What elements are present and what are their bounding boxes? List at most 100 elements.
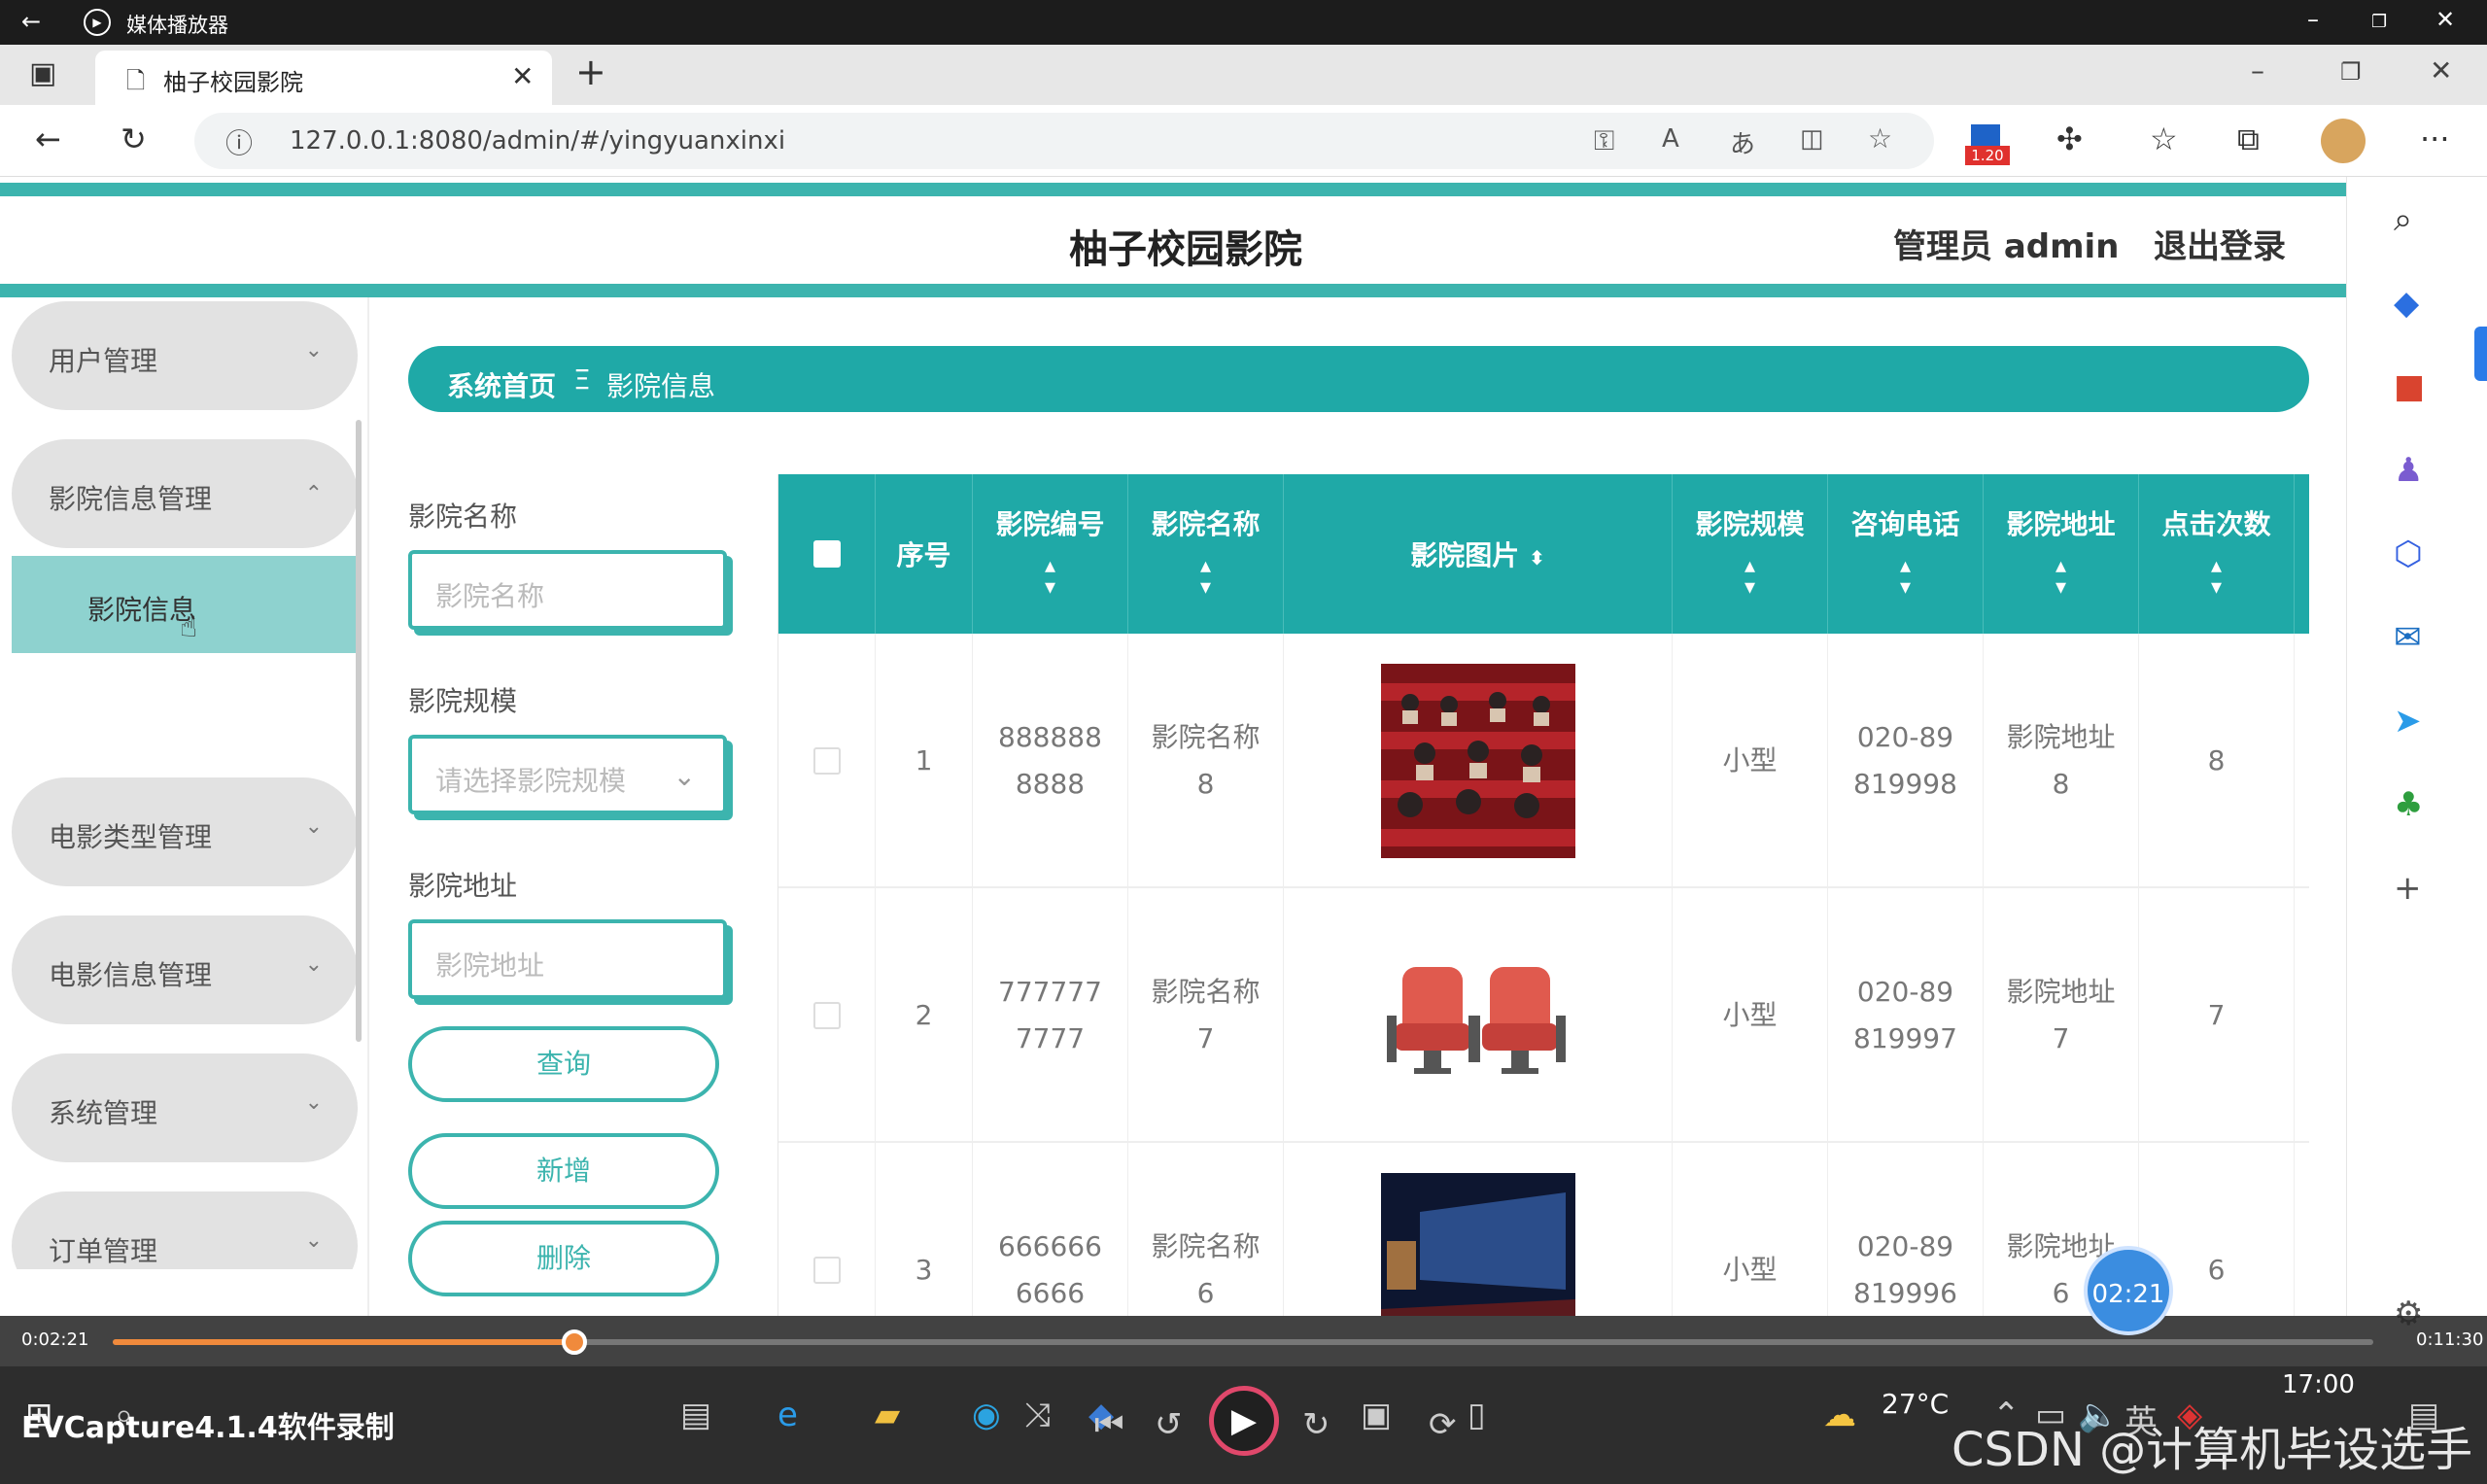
row-checkbox[interactable] bbox=[812, 1257, 841, 1284]
task-view-icon[interactable]: ▤ bbox=[680, 1396, 711, 1434]
sort-icon[interactable]: ▴ ▾ bbox=[1828, 556, 1983, 599]
profile-avatar[interactable] bbox=[2321, 119, 2366, 163]
cell-clicks: 7 bbox=[2139, 888, 2295, 1143]
back-arrow-icon[interactable]: ← bbox=[21, 8, 41, 35]
sidebar-item-order-management[interactable]: 订单管理 ⌄ bbox=[12, 1191, 358, 1269]
minimize-icon[interactable]: – bbox=[2307, 6, 2319, 33]
outlook-icon[interactable]: ✉ bbox=[2394, 618, 2422, 657]
browser-minimize-icon[interactable]: – bbox=[2251, 54, 2264, 86]
search-icon[interactable]: ⌕ bbox=[2394, 200, 2412, 239]
collections-icon[interactable]: ⧉ bbox=[2237, 121, 2260, 158]
scale-filter-select[interactable]: 请选择影院规模 ⌄ bbox=[408, 735, 727, 814]
back-icon[interactable]: ← bbox=[35, 121, 61, 157]
chevron-down-icon: ⌄ bbox=[673, 760, 696, 792]
cinema-hall-image[interactable] bbox=[1380, 1173, 1575, 1316]
logout-link[interactable]: 退出登录 bbox=[2154, 220, 2286, 267]
tab-close-icon[interactable]: ✕ bbox=[511, 60, 534, 92]
edge-legacy-icon[interactable]: e bbox=[777, 1396, 798, 1434]
repeat-off-icon[interactable]: ⟳ bbox=[1429, 1405, 1457, 1444]
file-icon[interactable]: ▯ bbox=[1468, 1396, 1486, 1434]
select-all-checkbox[interactable] bbox=[812, 540, 841, 568]
table-row[interactable]: 3 6666666666 影院名称6 小型 020-89819996 影院地址6… bbox=[778, 1143, 2309, 1316]
add-icon[interactable]: + bbox=[2394, 869, 2422, 908]
chevron-down-icon: ⌄ bbox=[304, 814, 323, 839]
browser-restore-icon[interactable]: ❐ bbox=[2340, 58, 2362, 86]
sort-icon[interactable]: ▴ ▾ bbox=[1984, 556, 2138, 599]
sidebar-item-system-management[interactable]: 系统管理 ⌄ bbox=[12, 1053, 358, 1162]
favorites-icon[interactable]: ☆ bbox=[2150, 121, 2178, 157]
col-address[interactable]: 影院地址 ▴ ▾ bbox=[1984, 474, 2139, 634]
breadcrumb-separator: Ξ bbox=[573, 363, 591, 396]
sidebar-scrollbar[interactable] bbox=[356, 420, 362, 1042]
extension-badge-icon[interactable]: 1.20 bbox=[1965, 124, 2010, 165]
seek-handle[interactable] bbox=[561, 1329, 587, 1355]
pycharm-icon[interactable]: ▣ bbox=[1361, 1396, 1392, 1434]
sidebar-item-cinema-management[interactable]: 影院信息管理 ⌃ bbox=[12, 439, 358, 548]
clock: 17:00 bbox=[2282, 1370, 2355, 1399]
cell-name: 影院名称6 bbox=[1128, 1143, 1284, 1316]
add-button[interactable]: 新增 bbox=[408, 1133, 719, 1209]
cinema-audience-image[interactable] bbox=[1380, 664, 1575, 858]
sort-icon[interactable]: ▴ ▾ bbox=[973, 556, 1127, 599]
sort-icon[interactable]: ⬍ bbox=[1529, 546, 1545, 569]
col-clicks[interactable]: 点击次数 ▴ ▾ bbox=[2139, 474, 2295, 634]
file-explorer-icon[interactable]: ▰ bbox=[875, 1396, 900, 1434]
forward-30-icon[interactable]: ↻ bbox=[1302, 1405, 1330, 1444]
address-filter-label: 影院地址 bbox=[408, 870, 518, 902]
breadcrumb-home[interactable]: 系统首页 bbox=[447, 365, 556, 404]
tab-actions-icon[interactable]: ▣ bbox=[29, 56, 56, 90]
translate-icon[interactable]: あ bbox=[1730, 124, 1755, 160]
row-checkbox[interactable] bbox=[812, 1002, 841, 1029]
delete-button[interactable]: 删除 bbox=[408, 1221, 719, 1296]
row-checkbox[interactable] bbox=[812, 747, 841, 775]
rewind-10-icon[interactable]: ↺ bbox=[1155, 1405, 1183, 1444]
col-image[interactable]: 影院图片 ⬍ bbox=[1284, 474, 1673, 634]
sidebar-item-movie-type-management[interactable]: 电影类型管理 ⌄ bbox=[12, 777, 358, 886]
name-filter-placeholder: 影院名称 bbox=[435, 580, 545, 612]
toolbox-icon[interactable]: ■ bbox=[2394, 367, 2425, 406]
query-button[interactable]: 查询 bbox=[408, 1026, 719, 1102]
address-filter-input[interactable]: 影院地址 bbox=[408, 919, 727, 999]
more-icon[interactable]: ··· bbox=[2420, 121, 2450, 157]
sidebar-toggle-tab[interactable] bbox=[2474, 327, 2487, 381]
copilot-icon[interactable]: ⬡ bbox=[2394, 535, 2423, 573]
address-field[interactable]: ⓘ 127.0.0.1:8080/admin/#/yingyuanxinxi ⚿… bbox=[194, 113, 1934, 169]
cell-code: 8888888888 bbox=[973, 634, 1128, 888]
sidebar-item-user-management[interactable]: 用户管理 ⌄ bbox=[12, 301, 358, 410]
read-aloud-icon[interactable]: A bbox=[1662, 124, 1679, 154]
cinema-seats-image[interactable] bbox=[1380, 918, 1575, 1113]
table-row[interactable]: 1 8888888888 影院名称8 小型 020-89819998 影院地址8… bbox=[778, 634, 2309, 888]
sidebar-item-label: 影院信息管理 bbox=[49, 483, 213, 515]
info-icon[interactable]: ⓘ bbox=[225, 122, 253, 161]
refresh-icon[interactable]: ↻ bbox=[121, 121, 147, 157]
browser-close-icon[interactable]: ✕ bbox=[2430, 54, 2452, 86]
name-filter-input[interactable]: 影院名称 bbox=[408, 550, 727, 630]
sort-icon[interactable]: ▴ ▾ bbox=[1128, 556, 1283, 599]
restore-icon[interactable]: ❐ bbox=[2371, 12, 2387, 32]
previous-icon[interactable]: ⏮ bbox=[1094, 1405, 1124, 1444]
close-icon[interactable]: ✕ bbox=[2435, 6, 2455, 33]
table-row[interactable]: 2 7777777777 影院名称7 小型 020-89819997 影院地址7… bbox=[778, 888, 2309, 1143]
sidebar-item-movie-info-management[interactable]: 电影信息管理 ⌄ bbox=[12, 915, 358, 1024]
sort-icon[interactable]: ▴ ▾ bbox=[2139, 556, 2294, 599]
col-name[interactable]: 影院名称 ▴ ▾ bbox=[1128, 474, 1284, 634]
games-icon[interactable]: ♟ bbox=[2394, 451, 2423, 490]
send-icon[interactable]: ➤ bbox=[2394, 702, 2422, 741]
tag-icon[interactable]: ◆ bbox=[2394, 284, 2419, 323]
col-phone[interactable]: 咨询电话 ▴ ▾ bbox=[1828, 474, 1984, 634]
new-tab-icon[interactable]: + bbox=[575, 51, 606, 93]
split-screen-icon[interactable]: ◫ bbox=[1800, 124, 1824, 154]
col-code[interactable]: 影院编号 ▴ ▾ bbox=[973, 474, 1128, 634]
edge-icon[interactable]: ◉ bbox=[972, 1396, 1001, 1434]
favorite-icon[interactable]: ☆ bbox=[1868, 122, 1892, 155]
play-button[interactable]: ▶ bbox=[1209, 1386, 1279, 1456]
address-filter-placeholder: 影院地址 bbox=[435, 949, 545, 982]
extensions-icon[interactable]: ✣ bbox=[2056, 121, 2083, 157]
browser-tab[interactable]: 🗋 柚子校园影院 ✕ bbox=[95, 51, 552, 105]
tree-icon[interactable]: ♣ bbox=[2394, 785, 2423, 824]
key-icon[interactable]: ⚿ bbox=[1594, 124, 1614, 157]
shuffle-icon[interactable]: ⤨ bbox=[1024, 1396, 1051, 1434]
col-scale[interactable]: 影院规模 ▴ ▾ bbox=[1673, 474, 1828, 634]
sort-icon[interactable]: ▴ ▾ bbox=[1673, 556, 1827, 599]
page-icon: 🗋 bbox=[126, 67, 146, 94]
